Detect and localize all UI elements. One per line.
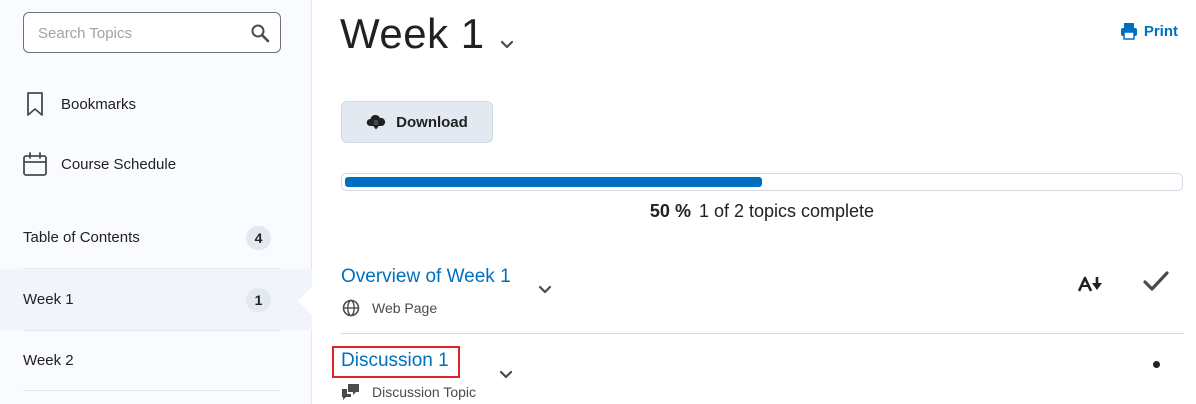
progress-bar <box>341 173 1183 191</box>
progress-percent: 50 % <box>649 201 691 221</box>
chevron-down-icon[interactable] <box>497 366 515 384</box>
bookmark-icon <box>22 91 48 117</box>
topic-link[interactable]: Overview of Week 1 <box>341 266 511 288</box>
search-box <box>23 12 281 53</box>
active-indicator <box>298 287 312 315</box>
progress-summary: 50 % 1 of 2 topics complete <box>341 201 1183 222</box>
printer-icon <box>1120 23 1137 40</box>
chevron-down-icon[interactable] <box>498 36 516 54</box>
toc-item-label: Table of Contents <box>23 229 140 246</box>
status-dot <box>1153 361 1160 368</box>
print-button[interactable]: Print <box>1120 22 1178 40</box>
divider <box>341 333 1184 334</box>
page-title: Week 1 <box>340 10 485 57</box>
toc-item-week-1[interactable]: Week 1 1 <box>0 269 312 330</box>
sort-icon[interactable] <box>1078 274 1104 294</box>
toc-item-label: Week 2 <box>23 352 74 369</box>
topic-type-label: Web Page <box>372 300 438 316</box>
topic-type-label: Discussion Topic <box>372 384 477 400</box>
toc-item-label: Week 1 <box>23 291 74 308</box>
calendar-icon <box>22 151 48 177</box>
toc-item-week-2[interactable]: Week 2 <box>0 330 312 391</box>
download-button[interactable]: Download <box>341 101 493 143</box>
count-badge: 4 <box>246 226 271 250</box>
progress-bar-fill <box>345 177 762 187</box>
cloud-download-icon <box>366 114 386 130</box>
search-icon[interactable] <box>250 23 270 43</box>
toc-item-table-of-contents[interactable]: Table of Contents 4 <box>0 207 312 268</box>
discussion-icon <box>341 382 361 402</box>
globe-icon <box>341 298 361 318</box>
highlight-box <box>332 346 460 378</box>
course-schedule-link[interactable]: Course Schedule <box>22 150 176 178</box>
count-badge: 1 <box>246 288 271 312</box>
bookmarks-link[interactable]: Bookmarks <box>22 90 136 118</box>
bookmarks-label: Bookmarks <box>61 95 137 113</box>
main-content: Week 1 Print Download 50 % 1 of 2 topics … <box>312 0 1196 404</box>
course-schedule-label: Course Schedule <box>61 155 177 173</box>
chevron-down-icon[interactable] <box>536 281 554 299</box>
download-label: Download <box>396 113 468 131</box>
divider <box>23 390 280 391</box>
progress-label: 1 of 2 topics complete <box>698 201 875 221</box>
search-input[interactable] <box>38 22 238 44</box>
topic-type: Web Page <box>341 298 437 318</box>
checkmark-icon <box>1143 271 1169 291</box>
topic-type: Discussion Topic <box>341 382 476 402</box>
print-label: Print <box>1143 22 1178 40</box>
sidebar: Bookmarks Course Schedule Table of Conte… <box>0 0 312 404</box>
